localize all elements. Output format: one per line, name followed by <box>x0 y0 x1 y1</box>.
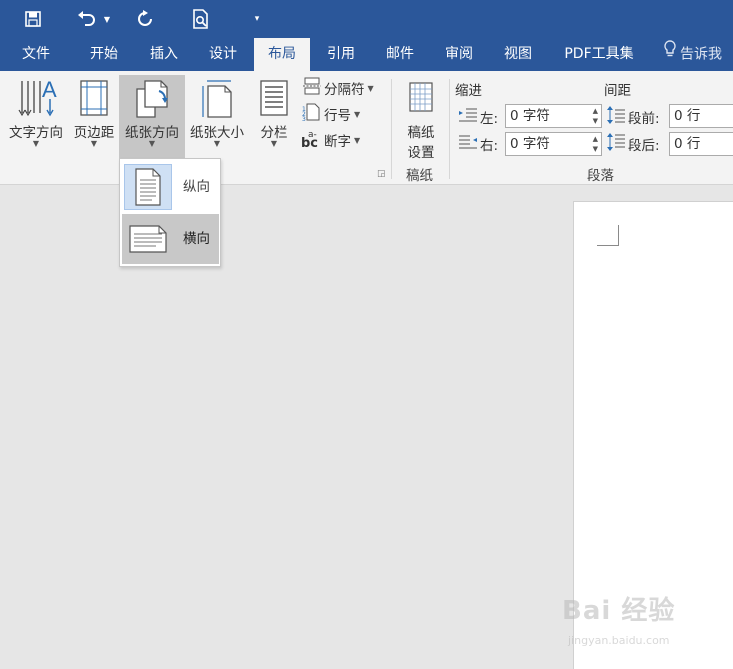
spacing-after-icon <box>606 133 626 155</box>
indent-left-icon <box>458 108 478 126</box>
print-preview-icon[interactable] <box>188 6 214 32</box>
group-separator <box>391 79 392 179</box>
group-separator <box>449 79 450 179</box>
chevron-down-icon: ▼ <box>213 139 221 148</box>
undo-icon[interactable] <box>74 6 100 32</box>
menu-item-portrait[interactable]: 纵向 <box>122 162 219 212</box>
landscape-page-icon <box>124 216 172 262</box>
paragraph-group-label: 段落 <box>587 168 614 184</box>
hyphenation-icon: a- bc <box>301 130 319 151</box>
tab-mailings[interactable]: 邮件 <box>372 38 428 71</box>
indent-right-icon <box>458 135 478 153</box>
watermark-brand: Bai 经验 <box>562 596 676 626</box>
chevron-down-icon: ▼ <box>90 139 98 148</box>
spacing-after-label: 段后: <box>606 132 660 156</box>
ribbon-layout: A 文字方向 ▼ 页边距 ▼ 纸张方向 ▼ 纸张大小 ▼ 分栏 ▼ 分隔符 ▼ … <box>0 71 733 185</box>
tell-me-label: 告诉我 <box>680 46 722 63</box>
hyphenation-button[interactable]: a- bc 断字 ▼ <box>300 129 360 151</box>
chevron-down-icon: ▼ <box>32 139 40 148</box>
breaks-icon <box>302 77 322 99</box>
tab-file[interactable]: 文件 <box>8 38 64 71</box>
portrait-page-icon <box>124 164 172 210</box>
chevron-down-icon: ▼ <box>354 109 361 119</box>
tab-review[interactable]: 审阅 <box>431 38 487 71</box>
tab-view[interactable]: 视图 <box>490 38 546 71</box>
spinner-icon[interactable]: ▲ ▼ <box>593 106 598 126</box>
landscape-label: 横向 <box>183 231 210 247</box>
spacing-before-label: 段前: <box>606 105 660 129</box>
tab-layout[interactable]: 布局 <box>254 38 310 71</box>
repeat-icon[interactable] <box>132 6 158 32</box>
orientation-menu: 纵向 横向 <box>119 158 221 267</box>
ribbon-tabs: 文件 开始 插入 设计 布局 引用 邮件 审阅 视图 PDF工具集 告诉我 <box>0 38 733 71</box>
text-direction-icon: A <box>14 77 58 123</box>
manuscript-label-line1: 稿纸 <box>407 125 435 141</box>
orientation-icon <box>131 77 173 123</box>
orientation-button[interactable]: 纸张方向 ▼ <box>119 75 185 161</box>
menu-item-landscape[interactable]: 横向 <box>122 214 219 264</box>
spacing-before-input[interactable]: 0 行 <box>669 104 733 128</box>
svg-text:3: 3 <box>302 116 306 121</box>
spinner-icon[interactable]: ▲ ▼ <box>593 134 598 154</box>
chevron-down-icon: ▼ <box>354 135 361 145</box>
page-setup-dialog-launcher-icon[interactable]: ◲ <box>377 169 386 179</box>
tab-references[interactable]: 引用 <box>313 38 369 71</box>
title-bar: ▼ ▾ <box>0 0 733 38</box>
text-direction-label: 文字方向 <box>9 125 63 141</box>
save-icon[interactable] <box>18 6 48 32</box>
manuscript-group-label: 稿纸 <box>406 168 433 184</box>
indent-left-label: 左: <box>458 105 498 129</box>
tell-me-box[interactable]: 告诉我 <box>664 38 722 71</box>
manuscript-settings-button[interactable]: 稿纸 设置 <box>398 75 444 161</box>
breaks-label: 分隔符 <box>324 82 365 98</box>
manuscript-icon <box>406 77 436 119</box>
tab-home[interactable]: 开始 <box>76 38 132 71</box>
breaks-button[interactable]: 分隔符 ▼ <box>302 77 374 99</box>
lightbulb-icon <box>664 38 676 71</box>
manuscript-label-line2: 设置 <box>407 145 435 161</box>
chevron-down-icon: ▼ <box>148 139 156 148</box>
portrait-label: 纵向 <box>183 179 210 195</box>
margin-corner-mark <box>597 225 619 246</box>
baidu-jingyan-watermark: Bai 经验 jingyan.baidu.com <box>562 590 722 660</box>
spacing-heading: 间距 <box>604 83 631 99</box>
text-direction-button[interactable]: A 文字方向 ▼ <box>4 75 68 159</box>
indent-right-input[interactable]: 0 字符 ▲ ▼ <box>505 132 602 156</box>
orientation-label: 纸张方向 <box>125 125 179 141</box>
indent-heading: 缩进 <box>455 83 482 99</box>
hyphenation-label: 断字 <box>324 134 351 150</box>
size-button[interactable]: 纸张大小 ▼ <box>185 75 249 159</box>
columns-label: 分栏 <box>260 125 288 141</box>
margins-icon <box>77 77 111 123</box>
chevron-down-icon: ▼ <box>367 83 374 93</box>
line-numbers-icon: 123 <box>302 103 322 125</box>
line-numbers-button[interactable]: 123 行号 ▼ <box>302 103 360 125</box>
columns-icon <box>257 77 291 123</box>
tab-design[interactable]: 设计 <box>195 38 251 71</box>
tab-pdf-tools[interactable]: PDF工具集 <box>552 38 646 71</box>
indent-left-input[interactable]: 0 字符 ▲ ▼ <box>505 104 602 128</box>
spacing-after-input[interactable]: 0 行 <box>669 132 733 156</box>
watermark-url: jingyan.baidu.com <box>568 634 670 647</box>
undo-dropdown-icon[interactable]: ▼ <box>100 6 114 32</box>
svg-text:A: A <box>42 77 57 102</box>
line-numbers-label: 行号 <box>324 108 351 124</box>
margins-button[interactable]: 页边距 ▼ <box>68 75 120 159</box>
indent-right-label: 右: <box>458 132 498 156</box>
size-label: 纸张大小 <box>190 125 244 141</box>
customize-qat-icon[interactable]: ▾ <box>250 6 264 32</box>
columns-button[interactable]: 分栏 ▼ <box>252 75 296 159</box>
margins-label: 页边距 <box>73 125 115 141</box>
spacing-before-icon <box>606 106 626 128</box>
chevron-down-icon: ▼ <box>270 139 278 148</box>
tab-insert[interactable]: 插入 <box>136 38 192 71</box>
page-size-icon <box>197 77 237 123</box>
